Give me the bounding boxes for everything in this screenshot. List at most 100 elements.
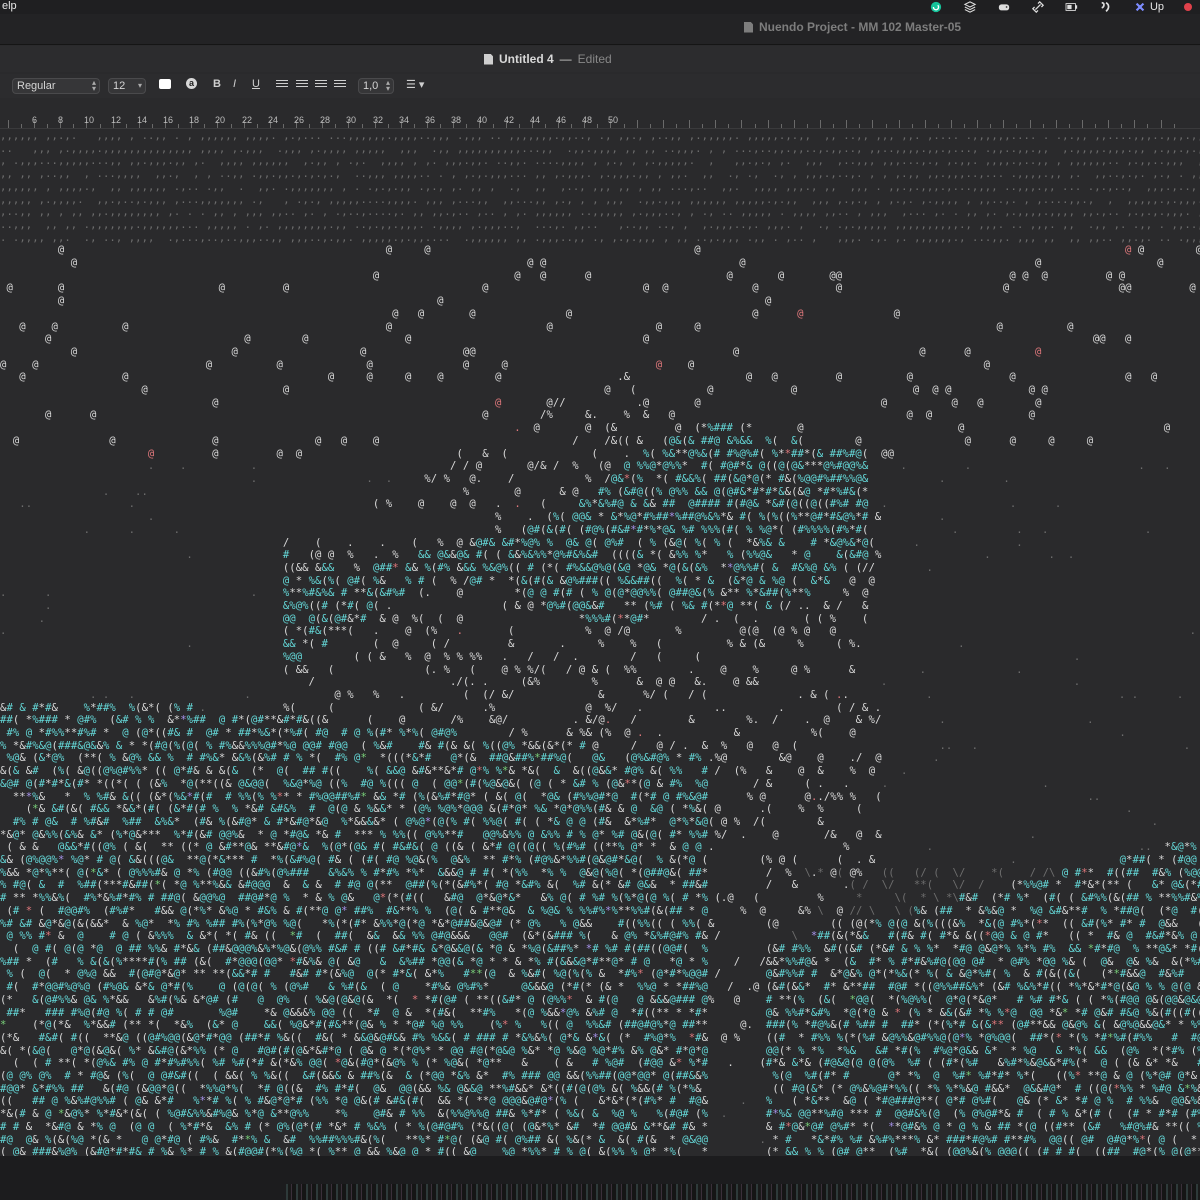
ruler-label: 36 [425,115,436,125]
bold-button[interactable]: B [213,78,221,90]
ruler-tick [1016,124,1017,128]
ruler-tick [650,124,651,128]
font-size-value: 12 [113,80,126,92]
ruler-tick [794,120,795,128]
ruler-label: 24 [268,115,279,125]
ruler-label: 40 [477,115,488,125]
ruler-tick [1147,124,1148,128]
app-icon[interactable] [1099,1,1113,13]
ruler-tick [676,124,677,128]
background-window-titlebar[interactable]: Nuendo Project - MM 102 Master-05 [0,14,1200,45]
battery-icon[interactable] [1065,1,1079,13]
ruler-tick [728,124,729,128]
ruler-label: 32 [373,115,384,125]
list-icon[interactable]: ☰ ▾ [406,78,424,91]
ruler-tick [912,124,913,128]
link-icon[interactable] [1031,1,1045,13]
font-style-select[interactable]: Regular ▴ ▾ [12,78,100,94]
highlight-button[interactable]: a [186,78,197,89]
align-center-icon[interactable] [296,80,308,89]
ruler-tick [1003,120,1004,128]
ruler-label: 26 [294,115,305,125]
ruler-tick [624,124,625,128]
font-size-select[interactable]: 12 ▾ [108,78,146,94]
network-icon [1135,2,1145,12]
background-window-title-text: Nuendo Project - MM 102 Master-05 [759,20,962,34]
ruler-tick [833,124,834,128]
ruler-tick [886,124,887,128]
ruler-tick [702,124,703,128]
ruler-tick [519,124,520,128]
grammarly-icon[interactable] [929,1,943,13]
format-bar: Regular ▴ ▾ 12 ▾ a B I U 1,0 ▴ ▾ ☰ ▾ [0,74,1200,98]
ruler-tick [414,124,415,128]
record-icon[interactable] [1184,3,1192,11]
ruler-tick [768,120,769,128]
align-justify-icon[interactable] [334,80,346,89]
gamepad-icon[interactable] [997,1,1011,13]
ruler-tick [571,124,572,128]
ruler-tick [820,120,821,128]
ruler-tick [715,120,716,128]
ruler-tick [1095,124,1096,128]
app-menu-help[interactable]: elp [2,0,17,12]
ruler-tick [899,120,900,128]
ruler-tick [1108,120,1109,128]
ruler-tick [126,124,127,128]
ruler-label: 12 [111,115,122,125]
edited-status[interactable]: Edited [578,52,612,66]
ruler-tick [1161,120,1162,128]
title-separator: — [559,52,572,66]
document-body[interactable]: ,,,,,, ,,.,. ,,,, , ..,, . , ,,,,,, ,,,,… [0,130,1200,1156]
ruler-label: 14 [137,115,148,125]
network-status[interactable]: Up [1133,1,1164,13]
ruler-tick [204,124,205,128]
italic-button[interactable]: I [233,78,236,90]
ruler-tick [1030,120,1031,128]
ruler-tick [1043,124,1044,128]
ruler-tick [309,124,310,128]
ruler-tick [493,124,494,128]
ruler-label: 16 [163,115,174,125]
ruler-label: 38 [451,115,462,125]
ruler-tick [925,120,926,128]
ruler-tick [100,124,101,128]
line-spacing-select[interactable]: 1,0 ▴ ▾ [358,78,394,94]
ruler-tick [977,120,978,128]
ruler-tick [545,124,546,128]
background-app-strip [286,1184,1200,1200]
ruler-tick [1069,124,1070,128]
ruler-tick [938,124,939,128]
ruler-label: 34 [399,115,410,125]
align-left-icon[interactable] [276,80,288,89]
stack-icon[interactable] [963,1,977,13]
ruler-tick [859,124,860,128]
ruler-label: 46 [556,115,567,125]
align-right-icon[interactable] [315,80,327,89]
ruler-tick [73,124,74,128]
ruler-tick [440,124,441,128]
ruler-tick [466,124,467,128]
chevron-updown-icon: ▴ ▾ [385,78,390,93]
text-color-swatch[interactable] [159,79,171,89]
chevron-down-icon: ▾ [137,81,142,90]
ascii-art-text: ,,,,,, ,,.,. ,,,, , ..,, . , ,,,,,, ,,,,… [0,130,1200,1156]
ruler-tick [846,120,847,128]
network-status-label: Up [1149,1,1164,13]
ruler-tick [990,124,991,128]
ruler-tick [1134,120,1135,128]
document-name: Untitled 4 [499,52,554,66]
ruler-label: 42 [504,115,515,125]
ruler[interactable]: 6 8 10 12 14 16 18 20 22 24 26 28 30 32 34 36 38 40 42 44 46… [0,112,1200,129]
ruler-tick [807,124,808,128]
ruler-tick [1174,124,1175,128]
chevron-updown-icon: ▴ ▾ [91,78,96,93]
window-titlebar[interactable]: Untitled 4 — Edited [0,46,1200,72]
ruler-tick [388,124,389,128]
ruler-tick [741,120,742,128]
ruler-label: 22 [242,115,253,125]
ruler-label: 50 [608,115,619,125]
document-icon [484,53,493,65]
ruler-label: 8 [58,115,64,125]
underline-button[interactable]: U [252,78,260,90]
